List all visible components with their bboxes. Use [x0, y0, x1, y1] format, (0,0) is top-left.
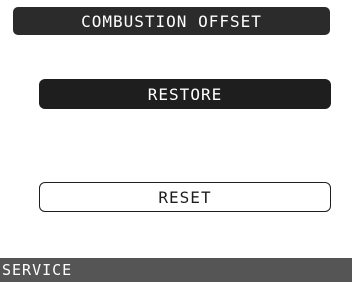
page-title: COMBUSTION OFFSET	[13, 7, 330, 35]
reset-button[interactable]: RESET	[39, 182, 331, 212]
restore-button[interactable]: RESTORE	[39, 79, 331, 109]
combustion-offset-screen: COMBUSTION OFFSET RESTORE RESET SERVICE	[0, 0, 352, 282]
status-bar: SERVICE	[0, 258, 352, 282]
status-bar-label: SERVICE	[2, 261, 73, 279]
